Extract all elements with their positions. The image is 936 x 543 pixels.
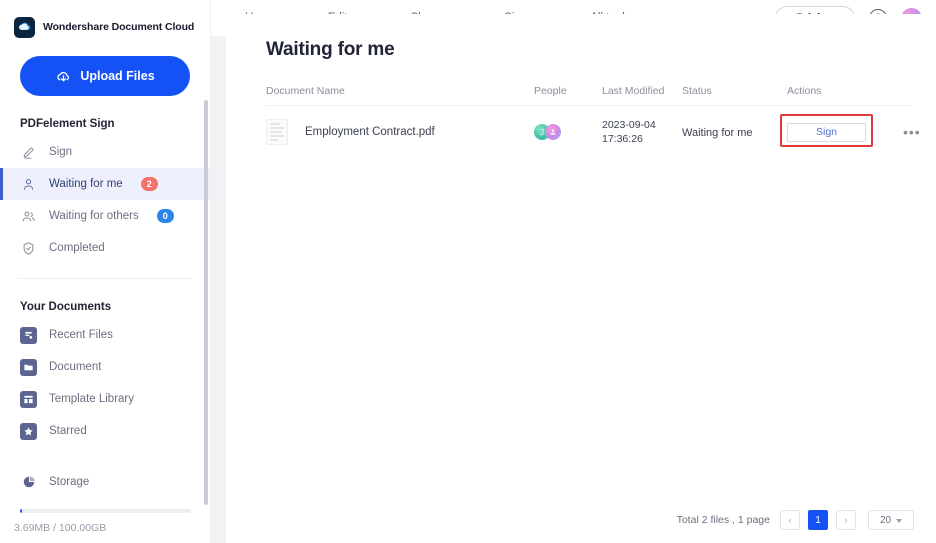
upload-area: Upload Files [0, 40, 210, 96]
storage-row[interactable]: Storage [0, 469, 211, 495]
cell-people: J [534, 124, 602, 140]
upload-files-button[interactable]: Upload Files [20, 56, 190, 96]
sidebar-item-waiting-for-others-label: Waiting for others [49, 210, 139, 222]
document-file-icon [266, 119, 288, 145]
app-root: Wondershare Document Cloud Upload Files … [0, 0, 936, 543]
sidebar-item-recent-files-label: Recent Files [49, 329, 113, 341]
sidebar-item-sign[interactable]: Sign [0, 136, 210, 168]
cloud-logo-icon [14, 16, 35, 38]
sidebar-scrollbar[interactable] [204, 100, 208, 505]
chevron-down-icon [896, 518, 903, 523]
pagination-next-button[interactable]: › [836, 510, 856, 530]
table-row[interactable]: Employment Contract.pdf J 2023-09-04 17:… [266, 106, 920, 158]
shield-check-icon [20, 240, 37, 257]
sidebar-item-waiting-for-others[interactable]: Waiting for others 0 [0, 200, 210, 232]
users-icon [20, 208, 37, 225]
table-header-row: Document Name People Last Modified Statu… [266, 84, 911, 106]
sidebar-item-starred[interactable]: Starred [0, 415, 210, 447]
brand-name: Wondershare Document Cloud [43, 21, 195, 33]
content-area: Home Edit Share Sign All tools [211, 0, 936, 543]
user-icon [20, 176, 37, 193]
page-title: Waiting for me [266, 39, 395, 60]
folder-icon [20, 358, 37, 376]
upload-files-label: Upload Files [80, 69, 155, 83]
table-row-placeholder [266, 158, 911, 186]
column-header-document-name: Document Name [266, 85, 345, 97]
file-name-link[interactable]: Employment Contract.pdf [305, 126, 435, 138]
column-header-people: People [534, 85, 567, 97]
documents-table: Document Name People Last Modified Statu… [266, 84, 920, 186]
star-icon [20, 422, 37, 440]
sign-button[interactable]: Sign [787, 122, 866, 142]
recent-files-icon [20, 326, 37, 344]
pagination-page-1[interactable]: 1 [808, 510, 828, 530]
column-header-last-modified: Last Modified [602, 85, 665, 97]
cell-status: Waiting for me [682, 123, 787, 141]
brand: Wondershare Document Cloud [0, 0, 210, 40]
cell-last-modified: 2023-09-04 17:36:26 [602, 118, 682, 146]
avatar-group: J [534, 124, 602, 140]
pagination: Total 2 files , 1 page ‹ 1 › 20 [677, 510, 914, 530]
waiting-for-others-badge: 0 [156, 209, 174, 223]
content-card: Waiting for me Document Name People Last… [226, 14, 936, 543]
pen-icon [20, 144, 37, 161]
sidebar-item-starred-label: Starred [49, 425, 87, 437]
status-badge: Waiting for me [682, 127, 753, 139]
page-size-value: 20 [879, 514, 892, 526]
pagination-prev-button[interactable]: ‹ [780, 510, 800, 530]
documents-section-title: Your Documents [20, 301, 112, 313]
storage-usage-text: 3.69MB / 100.00GB [14, 522, 107, 534]
more-actions-icon[interactable]: ••• [903, 125, 921, 139]
pagination-total-text: Total 2 files , 1 page [676, 514, 770, 526]
sign-section-title: PDFelement Sign [20, 118, 115, 130]
sidebar-item-document-label: Document [49, 361, 102, 373]
storage-progress-bar [20, 509, 191, 513]
template-icon [20, 390, 37, 408]
storage-label: Storage [49, 476, 90, 488]
storage-block: Storage 3.69MB / 100.00GB [0, 469, 211, 534]
cloud-upload-icon [55, 68, 72, 85]
avatar [545, 124, 561, 140]
last-modified-date: 2023-09-04 [602, 119, 656, 131]
page-size-select[interactable]: 20 [868, 510, 914, 530]
column-header-actions: Actions [787, 85, 822, 97]
sidebar-item-waiting-for-me-label: Waiting for me [49, 178, 123, 190]
sidebar-item-completed-label: Completed [49, 242, 105, 254]
pie-chart-icon [20, 474, 37, 491]
sidebar-item-waiting-for-me[interactable]: Waiting for me 2 [0, 168, 210, 200]
sidebar: Wondershare Document Cloud Upload Files … [0, 0, 211, 543]
cell-document-name: Employment Contract.pdf [266, 119, 534, 145]
sidebar-item-document[interactable]: Document [0, 351, 210, 383]
sidebar-item-recent-files[interactable]: Recent Files [0, 319, 210, 351]
sidebar-item-completed[interactable]: Completed [0, 232, 210, 264]
sidebar-item-template-library-label: Template Library [49, 393, 135, 405]
sidebar-item-template-library[interactable]: Template Library [0, 383, 210, 415]
column-header-status: Status [682, 85, 712, 97]
waiting-for-me-badge: 2 [140, 177, 158, 191]
sidebar-item-sign-label: Sign [49, 146, 73, 158]
last-modified-time: 17:36:26 [602, 133, 643, 145]
cell-actions: Sign ••• [780, 113, 921, 147]
